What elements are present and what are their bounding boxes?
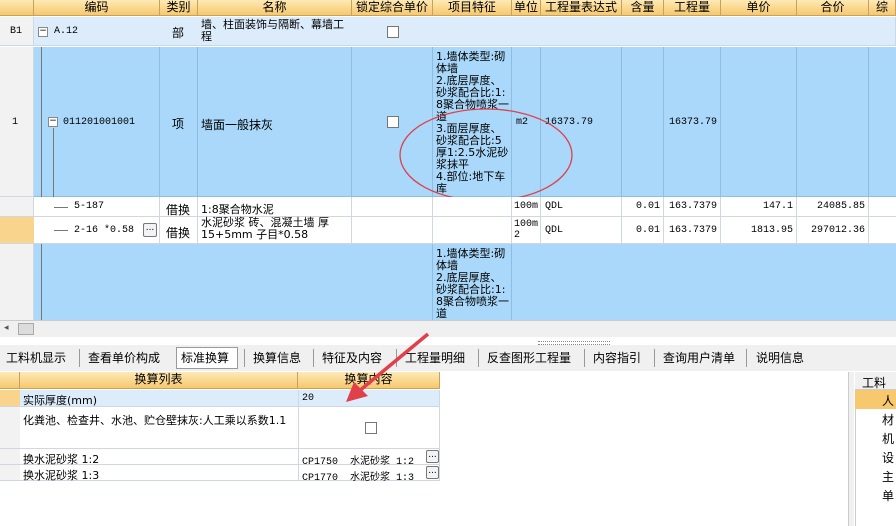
col-header-price[interactable]: 单价 bbox=[721, 0, 797, 16]
mortar-select[interactable]: CP1770 水泥砂浆 1:3 bbox=[302, 468, 414, 484]
total-cell: 24085.85 bbox=[816, 201, 865, 212]
col-header-type[interactable]: 类别 bbox=[160, 0, 198, 16]
annotation-circle bbox=[399, 108, 573, 202]
scroll-left-icon[interactable]: ◂ bbox=[4, 323, 9, 333]
tab-content-guide[interactable]: 内容指引 bbox=[593, 346, 641, 370]
features-cell[interactable]: 1.墙体类型:砌体墙 2.底层厚度、砂浆配合比:1:8聚合物喷浆一道 bbox=[436, 248, 512, 320]
qty-cell: 16373.79 bbox=[669, 117, 718, 128]
right-panel-item[interactable]: 主 bbox=[882, 468, 894, 485]
table-row-b1[interactable] bbox=[34, 17, 896, 46]
expr-cell[interactable]: QDL bbox=[545, 201, 563, 212]
right-panel-item[interactable]: 设 bbox=[882, 449, 894, 466]
col-header-total[interactable]: 合价 bbox=[797, 0, 869, 16]
tab-query-user-list[interactable]: 查询用户清单 bbox=[663, 346, 735, 370]
col-header-extra[interactable]: 综 bbox=[869, 0, 896, 16]
right-panel-item[interactable]: 单 bbox=[882, 487, 894, 504]
col-header-content[interactable]: 含量 bbox=[622, 0, 664, 16]
tab-labor-material-machine[interactable]: 工料机显示 bbox=[6, 346, 66, 370]
qty-cell: 163.7379 bbox=[669, 201, 718, 212]
tab-reverse-lookup[interactable]: 反查图形工程量 bbox=[487, 346, 571, 370]
annotation-arrow bbox=[346, 332, 430, 402]
code-cell[interactable]: 2-16 *0.58 bbox=[74, 225, 134, 236]
code-cell: A.12 bbox=[54, 26, 79, 37]
right-panel-item[interactable]: 机 bbox=[882, 430, 894, 447]
row-index: 1 bbox=[0, 47, 34, 197]
price-cell: 1813.95 bbox=[750, 225, 793, 236]
type-cell: 借换 bbox=[166, 226, 191, 240]
type-cell: 部 bbox=[172, 26, 185, 40]
code-cell: 011201001001 bbox=[63, 117, 136, 128]
col-header-code[interactable]: 编码 bbox=[34, 0, 160, 16]
col-header-conversion-list[interactable]: 换算列表 bbox=[20, 372, 298, 389]
unit-cell: 100m bbox=[514, 201, 539, 212]
conversion-label: 化粪池、检查井、水池、贮仓壁抹灰:人工乘以系数1.1 bbox=[23, 414, 287, 427]
collapse-icon[interactable]: − bbox=[38, 27, 48, 37]
conversion-label: 换水泥砂浆 1:3 bbox=[23, 469, 100, 482]
col-header-unit[interactable]: 单位 bbox=[512, 0, 541, 16]
horizontal-scrollbar[interactable]: ◂ bbox=[0, 320, 896, 337]
right-panel-item[interactable]: 人 bbox=[882, 392, 894, 409]
content-cell: 0.01 bbox=[635, 201, 660, 212]
type-cell: 借换 bbox=[166, 203, 191, 217]
col-header-qty[interactable]: 工程量 bbox=[664, 0, 721, 16]
more-button[interactable]: ... bbox=[143, 223, 157, 237]
name-cell: 墙面一般抹灰 bbox=[201, 118, 274, 132]
total-cell: 297012.36 bbox=[810, 225, 865, 236]
content-cell: 0.01 bbox=[635, 225, 660, 236]
right-panel-item[interactable]: 材 bbox=[882, 411, 894, 428]
type-cell: 项 bbox=[172, 117, 185, 131]
col-header-lock-price[interactable]: 锁定综合单价 bbox=[352, 0, 433, 16]
expr-cell[interactable]: QDL bbox=[545, 225, 563, 236]
col-header-name[interactable]: 名称 bbox=[198, 0, 352, 16]
price-cell: 147.1 bbox=[762, 201, 793, 212]
col-header-expr[interactable]: 工程量表达式 bbox=[541, 0, 622, 16]
unit-cell: 100m 2 bbox=[514, 219, 539, 241]
tab-standard-conversion[interactable]: 标准换算 bbox=[181, 346, 229, 370]
name-cell: 墙、柱面装饰与隔断、幕墙工程 bbox=[201, 18, 344, 43]
tab-description[interactable]: 说明信息 bbox=[756, 346, 804, 370]
name-cell: 水泥砂浆 砖、混凝土墙 厚15+5mm 子目*0.58 bbox=[201, 216, 329, 241]
thickness-input[interactable]: 20 bbox=[302, 393, 314, 404]
col-header-features[interactable]: 项目特征 bbox=[433, 0, 512, 16]
qty-cell: 163.7379 bbox=[669, 225, 718, 236]
more-button[interactable]: ... bbox=[426, 450, 439, 463]
code-cell: 5-187 bbox=[74, 201, 105, 212]
scroll-thumb[interactable] bbox=[18, 323, 34, 335]
tab-conversion-info[interactable]: 换算信息 bbox=[253, 346, 301, 370]
more-button[interactable]: ... bbox=[426, 466, 439, 479]
tab-unit-price-breakdown[interactable]: 查看单价构成 bbox=[88, 346, 160, 370]
name-cell: 1:8聚合物水泥 bbox=[201, 203, 274, 216]
lock-checkbox[interactable] bbox=[387, 26, 399, 38]
conversion-label: 实际厚度(mm) bbox=[23, 394, 98, 407]
collapse-icon[interactable]: − bbox=[48, 117, 58, 127]
coefficient-checkbox[interactable] bbox=[365, 422, 377, 434]
row-index: B1 bbox=[0, 17, 34, 46]
